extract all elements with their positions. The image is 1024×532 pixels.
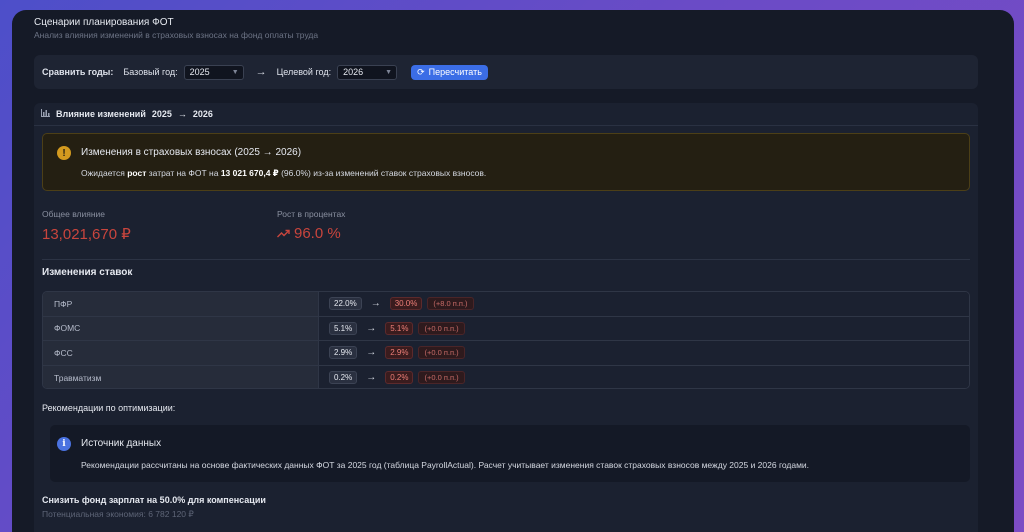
rate-name: ПФР — [43, 292, 319, 316]
impact-to-year: 2026 — [192, 109, 213, 119]
info-text: Рекомендации рассчитаны на основе фактич… — [81, 460, 810, 470]
warning-title: Изменения в страховых взносах (2025 → 20… — [81, 147, 302, 158]
arrow-right-icon: → — [366, 347, 377, 359]
recommendations-title: Рекомендации по оптимизации: — [42, 403, 176, 413]
arrow-right-icon: → — [177, 109, 187, 119]
info-icon: i — [57, 437, 71, 451]
trending-up-icon — [277, 227, 290, 241]
suggestion-title: Снизить фонд зарплат на 50.0% для компен… — [42, 495, 266, 505]
chevron-down-icon: ▼ — [231, 68, 239, 76]
recalculate-label: Пересчитать — [428, 67, 482, 77]
warning-text-suffix: (96.0%) из-за изменений ставок страховых… — [281, 168, 487, 178]
base-year-select[interactable]: 2025 ▼ — [183, 64, 244, 80]
rate-name: ФОМС — [43, 316, 319, 340]
rate-values: 0.2% → 0.2% (+0.0 п.п.) — [319, 365, 969, 388]
compare-years-bar: Сравнить годы: Базовый год: 2025 ▼ → Цел… — [34, 55, 978, 89]
suggestion-savings: Потенциальная экономия: 6 782 120 ₽ — [42, 509, 194, 519]
info-alert: i Источник данных Рекомендации рассчитан… — [50, 425, 970, 482]
rate-diff: (+0.0 п.п.) — [418, 371, 465, 385]
compare-label: Сравнить годы: — [42, 67, 114, 77]
rate-diff: (+8.0 п.п.) — [427, 297, 474, 311]
rate-diff: (+0.0 п.п.) — [418, 321, 465, 335]
impact-panel: Влияние изменений 2025 → 2026 ! Изменени… — [34, 103, 978, 532]
recalculate-button[interactable]: ⟳ Пересчитать — [411, 64, 488, 80]
impact-header: Влияние изменений 2025 → 2026 — [34, 103, 978, 126]
page-title: Сценарии планирования ФОТ — [34, 17, 174, 28]
refresh-icon: ⟳ — [417, 66, 425, 77]
total-impact-value: 13,021,670 ₽ — [42, 226, 131, 243]
warning-text: Ожидается рост затрат на ФОТ на 13 021 6… — [81, 168, 486, 179]
info-title: Источник данных — [81, 438, 162, 449]
target-year-value: 2026 — [343, 67, 364, 77]
warning-icon: ! — [57, 146, 71, 160]
base-year-label: Базовый год: — [123, 67, 178, 77]
growth-percent: 96.0 % — [277, 225, 341, 242]
rate-old: 22.0% — [329, 297, 362, 311]
warning-alert: ! Изменения в страховых взносах (2025 → … — [42, 133, 970, 191]
arrow-right-icon: → — [366, 322, 377, 334]
rate-name: Травматизм — [43, 365, 319, 388]
rate-old: 5.1% — [329, 321, 358, 335]
rate-new: 30.0% — [389, 297, 423, 311]
chevron-down-icon: ▼ — [385, 68, 393, 76]
warning-text-growth: рост — [127, 168, 147, 178]
growth-percent-label: Рост в процентах — [277, 209, 346, 219]
base-year-value: 2025 — [189, 67, 210, 77]
rate-old: 0.2% — [329, 371, 358, 385]
warning-text-prefix: Ожидается — [81, 168, 125, 178]
rate-name: ФСС — [43, 341, 319, 365]
page-subtitle: Анализ влияния изменений в страховых взн… — [34, 30, 319, 40]
total-impact-label: Общее влияние — [42, 209, 105, 219]
impact-title: Влияние изменений — [56, 109, 146, 119]
rate-diff: (+0.0 п.п.) — [418, 346, 465, 360]
target-year-label: Целевой год: — [276, 67, 332, 77]
warning-text-mid: затрат на ФОТ на — [148, 168, 219, 178]
app-window: Сценарии планирования ФОТ Анализ влияния… — [12, 10, 1014, 532]
rate-values: 2.9% → 2.9% (+0.0 п.п.) — [319, 341, 969, 365]
table-row: Травматизм 0.2% → 0.2% (+0.0 п.п.) — [43, 365, 969, 388]
rates-title: Изменения ставок — [42, 267, 133, 278]
table-row: ФОМС 5.1% → 5.1% (+0.0 п.п.) — [43, 316, 969, 341]
impact-from-year: 2025 — [151, 109, 172, 119]
divider — [42, 259, 970, 260]
rate-values: 5.1% → 5.1% (+0.0 п.п.) — [319, 316, 969, 340]
rate-old: 2.9% — [329, 346, 358, 360]
warning-text-amount: 13 021 670,4 ₽ — [220, 168, 279, 178]
arrow-right-icon: → — [255, 66, 267, 78]
rate-new: 0.2% — [385, 371, 414, 385]
table-row: ФСС 2.9% → 2.9% (+0.0 п.п.) — [43, 341, 969, 366]
target-year-select[interactable]: 2026 ▼ — [337, 64, 398, 80]
table-row: ПФР 22.0% → 30.0% (+8.0 п.п.) — [43, 292, 969, 317]
rate-values: 22.0% → 30.0% (+8.0 п.п.) — [319, 292, 969, 316]
arrow-right-icon: → — [370, 298, 381, 310]
rate-new: 2.9% — [385, 346, 414, 360]
rates-table: ПФР 22.0% → 30.0% (+8.0 п.п.) ФОМС 5.1% … — [42, 291, 970, 389]
growth-percent-value: 96.0 % — [294, 225, 341, 242]
bar-chart-icon — [41, 109, 50, 119]
arrow-right-icon: → — [366, 372, 377, 384]
rate-new: 5.1% — [385, 321, 414, 335]
